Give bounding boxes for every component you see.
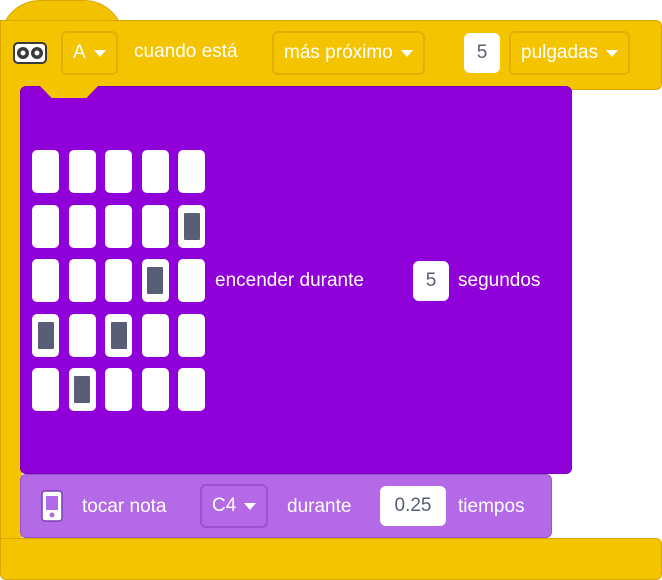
led-pixel[interactable]: [68, 368, 96, 411]
led-pixel[interactable]: [32, 259, 59, 302]
beats-unit-label: tiempos: [458, 496, 525, 517]
hub-icon: [40, 490, 64, 522]
note-value: C4: [212, 495, 237, 516]
led-pixel[interactable]: [105, 259, 132, 302]
beats-input[interactable]: 0.25: [380, 486, 446, 526]
hat-block-spine: [0, 86, 22, 548]
led-pixel[interactable]: [178, 150, 205, 193]
chevron-down-icon: [244, 502, 257, 510]
note-dropdown[interactable]: C4: [200, 484, 269, 528]
unit-value: pulgadas: [521, 42, 599, 63]
light-duration-input[interactable]: 5: [413, 261, 449, 301]
led-pixel[interactable]: [32, 368, 59, 411]
for-label: durante: [287, 496, 352, 517]
led-pixel[interactable]: [141, 259, 169, 302]
led-pixel[interactable]: [178, 259, 205, 302]
led-pixel[interactable]: [32, 204, 59, 248]
led-pixel[interactable]: [178, 368, 205, 411]
play-note-label: tocar nota: [82, 496, 167, 517]
led-pixel[interactable]: [178, 204, 205, 248]
led-pixel[interactable]: [32, 150, 59, 193]
led-pixel[interactable]: [178, 313, 205, 357]
light-matrix-grid[interactable]: [32, 150, 208, 414]
distance-input[interactable]: 5: [464, 33, 500, 73]
light-on-label: encender durante: [215, 270, 364, 291]
led-pixel[interactable]: [32, 313, 59, 357]
port-dropdown[interactable]: A: [61, 31, 118, 75]
light-unit-label: segundos: [458, 270, 541, 291]
led-pixel[interactable]: [141, 150, 169, 193]
led-pixel[interactable]: [105, 368, 132, 411]
comparison-dropdown[interactable]: más próximo: [272, 31, 425, 75]
chevron-down-icon: [606, 49, 619, 57]
unit-dropdown[interactable]: pulgadas: [509, 31, 631, 75]
led-pixel[interactable]: [105, 150, 132, 193]
led-pixel[interactable]: [68, 150, 96, 193]
led-pixel[interactable]: [68, 259, 96, 302]
led-pixel[interactable]: [141, 204, 169, 248]
led-pixel[interactable]: [105, 313, 132, 357]
led-pixel[interactable]: [68, 313, 96, 357]
comparison-value: más próximo: [284, 42, 393, 63]
chevron-down-icon: [93, 49, 106, 57]
led-pixel[interactable]: [141, 368, 169, 411]
led-pixel[interactable]: [105, 204, 132, 248]
led-pixel[interactable]: [141, 313, 169, 357]
hat-block-bottom: [0, 538, 662, 580]
led-pixel[interactable]: [68, 204, 96, 248]
distance-sensor-icon: [13, 42, 47, 64]
port-value: A: [73, 42, 86, 63]
when-label: cuando está: [134, 41, 238, 62]
chevron-down-icon: [400, 49, 413, 57]
